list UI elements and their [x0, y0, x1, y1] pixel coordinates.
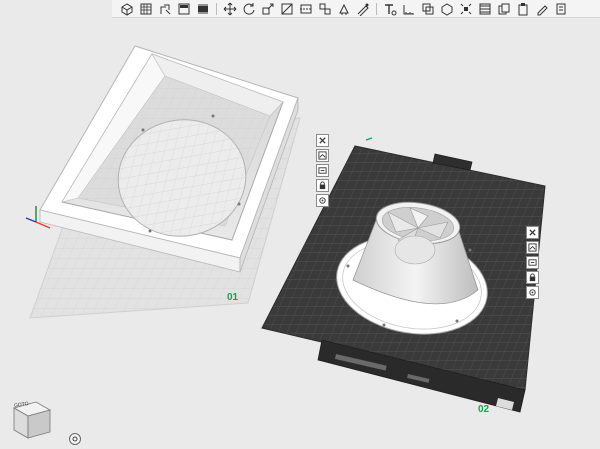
assembly-icon	[441, 2, 453, 16]
plate-2-marker	[365, 137, 373, 141]
arrange-icon	[528, 243, 537, 252]
plate-1-tools	[316, 134, 329, 207]
explode-button[interactable]	[457, 1, 475, 17]
close-icon	[319, 137, 326, 144]
text-tool-button[interactable]	[381, 1, 399, 17]
scale-button[interactable]	[259, 1, 277, 17]
assembly-button[interactable]	[438, 1, 456, 17]
add-cube-button[interactable]	[118, 1, 136, 17]
lay-on-face-icon	[281, 3, 293, 14]
rotate-button[interactable]	[240, 1, 258, 17]
variable-layer-button[interactable]	[476, 1, 494, 17]
plate-2-arrange-button[interactable]	[526, 241, 539, 254]
paste-icon	[518, 2, 528, 15]
more-icon	[556, 3, 566, 14]
scene-canvas[interactable]	[0, 18, 600, 449]
plate-2-lock-button[interactable]	[526, 271, 539, 284]
text-tool-icon	[385, 3, 397, 15]
plate-2-orient-button[interactable]	[526, 256, 539, 269]
scale-icon	[262, 3, 274, 14]
copy-icon	[498, 3, 510, 14]
plate-2-close-button[interactable]	[526, 226, 539, 239]
cut-icon	[300, 4, 312, 13]
plate-layout-icon	[178, 3, 190, 14]
plate-1-settings-button[interactable]	[316, 194, 329, 207]
close-icon	[529, 229, 536, 236]
paste-button[interactable]	[514, 1, 532, 17]
plate-1-close-button[interactable]	[316, 134, 329, 147]
stack-button[interactable]	[194, 1, 212, 17]
lock-icon	[529, 273, 536, 282]
split-icon	[319, 3, 331, 14]
grid-arrange-icon	[140, 3, 152, 14]
move-icon	[223, 2, 237, 15]
plate-2-settings-button[interactable]	[526, 286, 539, 299]
edit-icon	[537, 4, 548, 15]
boolean-icon	[422, 3, 434, 14]
orient-icon	[318, 167, 327, 174]
seam-paint-button[interactable]	[354, 1, 372, 17]
lock-icon	[319, 181, 326, 190]
rotate-icon	[243, 2, 255, 15]
split-button[interactable]	[316, 1, 334, 17]
measure-icon	[403, 4, 414, 14]
plate-1-orient-button[interactable]	[316, 164, 329, 177]
cut-button[interactable]	[297, 1, 315, 17]
orient-icon	[528, 259, 537, 266]
boolean-button[interactable]	[419, 1, 437, 17]
measure-button[interactable]	[400, 1, 418, 17]
stack-icon	[198, 4, 208, 13]
add-cube-icon	[121, 2, 133, 16]
3d-viewport[interactable]: 01 02	[0, 18, 600, 449]
plate-2-tools	[526, 226, 539, 299]
copy-button[interactable]	[495, 1, 513, 17]
plate-1-arrange-button[interactable]	[316, 149, 329, 162]
lay-on-face-button[interactable]	[278, 1, 296, 17]
import-button[interactable]	[156, 1, 174, 17]
plate-layout-button[interactable]	[175, 1, 193, 17]
toolbar-separator	[216, 2, 217, 15]
more-button[interactable]	[552, 1, 570, 17]
settings-icon	[529, 289, 536, 296]
plate-1-lock-button[interactable]	[316, 179, 329, 192]
zoom-fit-icon[interactable]	[68, 432, 82, 446]
grid-arrange-button[interactable]	[137, 1, 155, 17]
move-button[interactable]	[221, 1, 239, 17]
arrange-icon	[318, 151, 327, 160]
explode-icon	[460, 3, 472, 14]
variable-layer-icon	[479, 3, 491, 14]
support-paint-icon	[339, 3, 349, 15]
toolbar-separator	[376, 2, 377, 15]
support-paint-button[interactable]	[335, 1, 353, 17]
import-icon	[160, 4, 171, 14]
seam-paint-icon	[357, 3, 369, 16]
plate-2-label: 02	[478, 404, 490, 415]
settings-icon	[319, 197, 326, 204]
main-toolbar	[112, 0, 600, 18]
plate-1-label: 01	[227, 292, 239, 303]
edit-button[interactable]	[533, 1, 551, 17]
